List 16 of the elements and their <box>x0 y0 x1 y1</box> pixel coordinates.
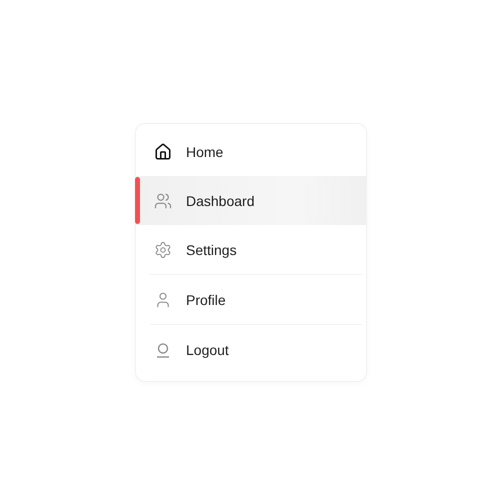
menu-item[interactable]: Settings <box>136 225 366 274</box>
home-icon <box>154 142 172 160</box>
user-icon <box>154 290 172 308</box>
menu-item-label: Settings <box>186 242 237 258</box>
settings-icon <box>154 240 172 258</box>
menu-item-label: Home <box>186 144 224 160</box>
menu-item[interactable]: Profile <box>136 275 366 324</box>
menu-item-label: Dashboard <box>186 192 254 208</box>
menu-item[interactable]: Logout <box>136 325 366 374</box>
circle-line-icon <box>154 340 172 358</box>
menu-item[interactable]: Home <box>136 127 366 176</box>
selection-indicator <box>135 177 140 224</box>
users-icon <box>154 192 172 210</box>
menu-item-label: Profile <box>186 292 226 308</box>
menu-item-label: Logout <box>186 342 229 358</box>
menu-item[interactable]: Dashboard <box>136 176 366 225</box>
